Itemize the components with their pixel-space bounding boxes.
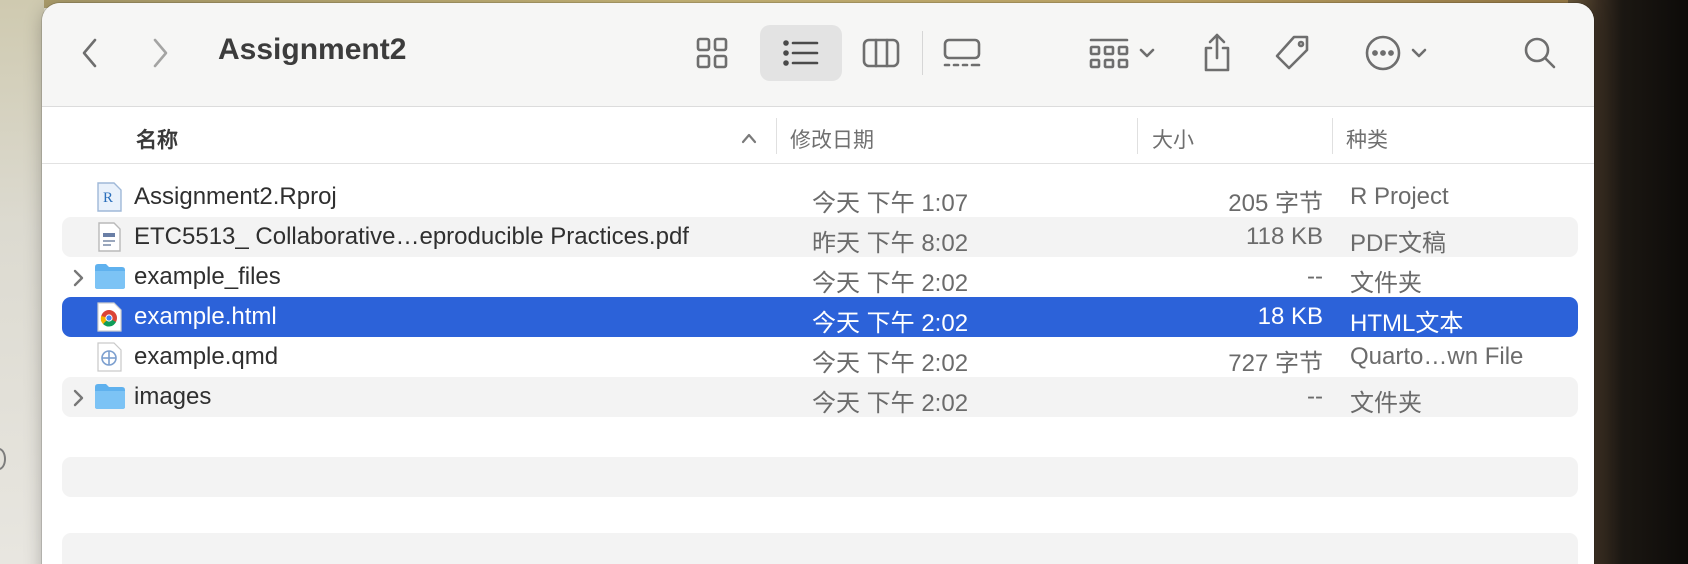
finder-window: Assignment2 名称 修改日期 大小 种类 R Assignment2.… <box>42 3 1594 564</box>
column-divider[interactable] <box>776 118 777 154</box>
tag-icon <box>1275 35 1309 70</box>
folder-icon <box>94 261 125 293</box>
column-view-button[interactable] <box>860 33 902 73</box>
file-size: 727 字节 <box>1228 350 1323 377</box>
grid-icon <box>696 37 728 69</box>
column-header-kind[interactable]: 种类 <box>1346 124 1388 154</box>
share-icon <box>1204 33 1230 72</box>
file-name: example_files <box>134 263 281 290</box>
group-grid-icon <box>1089 38 1129 69</box>
file-date: 昨天 下午 8:02 <box>812 230 969 257</box>
disclosure-triangle-icon[interactable] <box>68 387 88 407</box>
chevron-right-icon <box>153 38 168 68</box>
search-icon <box>1524 37 1556 69</box>
toolbar-separator <box>922 31 923 75</box>
list-icon <box>783 40 819 66</box>
file-name: Assignment2.Rproj <box>134 183 337 210</box>
chevron-down-icon <box>1411 48 1427 58</box>
tag-button[interactable] <box>1270 31 1314 75</box>
columns-icon <box>862 38 900 68</box>
column-header-size[interactable]: 大小 <box>1152 124 1194 154</box>
empty-row-stripe <box>62 457 1578 497</box>
svg-text:R: R <box>103 190 113 206</box>
chevron-down-icon <box>1139 48 1155 58</box>
column-header-date[interactable]: 修改日期 <box>790 124 874 154</box>
file-date: 今天 下午 2:02 <box>812 270 969 297</box>
file-date: 今天 下午 2:02 <box>812 390 969 417</box>
file-size: -- <box>1307 263 1323 290</box>
file-kind: R Project <box>1350 183 1449 210</box>
chrome-html-file-icon <box>94 301 124 333</box>
file-row[interactable]: R Assignment2.Rproj 今天 下午 1:07 205 字节 R … <box>62 177 1578 217</box>
share-button[interactable] <box>1197 29 1237 77</box>
gallery-icon <box>943 38 981 67</box>
file-kind: Quarto…wn File <box>1350 343 1524 370</box>
desktop-wallpaper-left <box>0 0 44 564</box>
file-kind: 文件夹 <box>1350 390 1422 417</box>
chevron-left-icon <box>82 38 97 68</box>
file-size: 18 KB <box>1257 303 1323 330</box>
file-name: ETC5513_ Collaborative…eproducible Pract… <box>134 223 689 250</box>
file-size: 118 KB <box>1246 223 1323 250</box>
quarto-file-icon <box>94 341 124 373</box>
empty-row-stripe <box>62 533 1578 564</box>
group-by-menu[interactable] <box>1082 33 1162 73</box>
gallery-view-button[interactable] <box>940 33 984 73</box>
file-kind: 文件夹 <box>1350 270 1422 297</box>
file-row[interactable]: example.qmd 今天 下午 2:02 727 字节 Quarto…wn … <box>62 337 1578 377</box>
file-kind: HTML文本 <box>1350 310 1464 337</box>
search-button[interactable] <box>1520 33 1560 73</box>
column-header-name[interactable]: 名称 <box>136 124 178 154</box>
file-row[interactable]: example_files 今天 下午 2:02 -- 文件夹 <box>62 257 1578 297</box>
file-date: 今天 下午 2:02 <box>812 350 969 377</box>
window-title: Assignment2 <box>218 33 407 66</box>
file-row[interactable]: ETC5513_ Collaborative…eproducible Pract… <box>62 217 1578 257</box>
file-date: 今天 下午 2:02 <box>812 310 969 337</box>
file-row[interactable]: images 今天 下午 2:02 -- 文件夹 <box>62 377 1578 417</box>
back-button[interactable] <box>72 33 108 73</box>
file-name: example.qmd <box>134 343 279 370</box>
file-date: 今天 下午 1:07 <box>812 190 969 217</box>
file-name: images <box>134 383 212 410</box>
file-kind: PDF文稿 <box>1350 230 1446 257</box>
list-view-button[interactable] <box>780 33 822 73</box>
file-size: 205 字节 <box>1228 190 1323 217</box>
ellipsis-circle-icon <box>1365 35 1401 71</box>
pdf-file-icon <box>94 221 124 253</box>
file-row-selected[interactable]: example.html 今天 下午 2:02 18 KB HTML文本 <box>62 297 1578 337</box>
column-divider[interactable] <box>1332 118 1333 154</box>
rproj-file-icon: R <box>94 181 124 213</box>
disclosure-triangle-icon[interactable] <box>68 267 88 287</box>
sort-ascending-icon[interactable] <box>740 132 758 144</box>
folder-icon <box>94 381 125 413</box>
column-header-row: 名称 修改日期 大小 种类 <box>42 108 1594 164</box>
forward-button[interactable] <box>142 33 178 73</box>
more-actions-menu[interactable] <box>1358 33 1434 73</box>
icon-view-button[interactable] <box>692 33 732 73</box>
column-divider[interactable] <box>1137 118 1138 154</box>
file-size: -- <box>1307 383 1323 410</box>
toolbar: Assignment2 <box>42 3 1594 107</box>
file-name: example.html <box>134 303 277 330</box>
